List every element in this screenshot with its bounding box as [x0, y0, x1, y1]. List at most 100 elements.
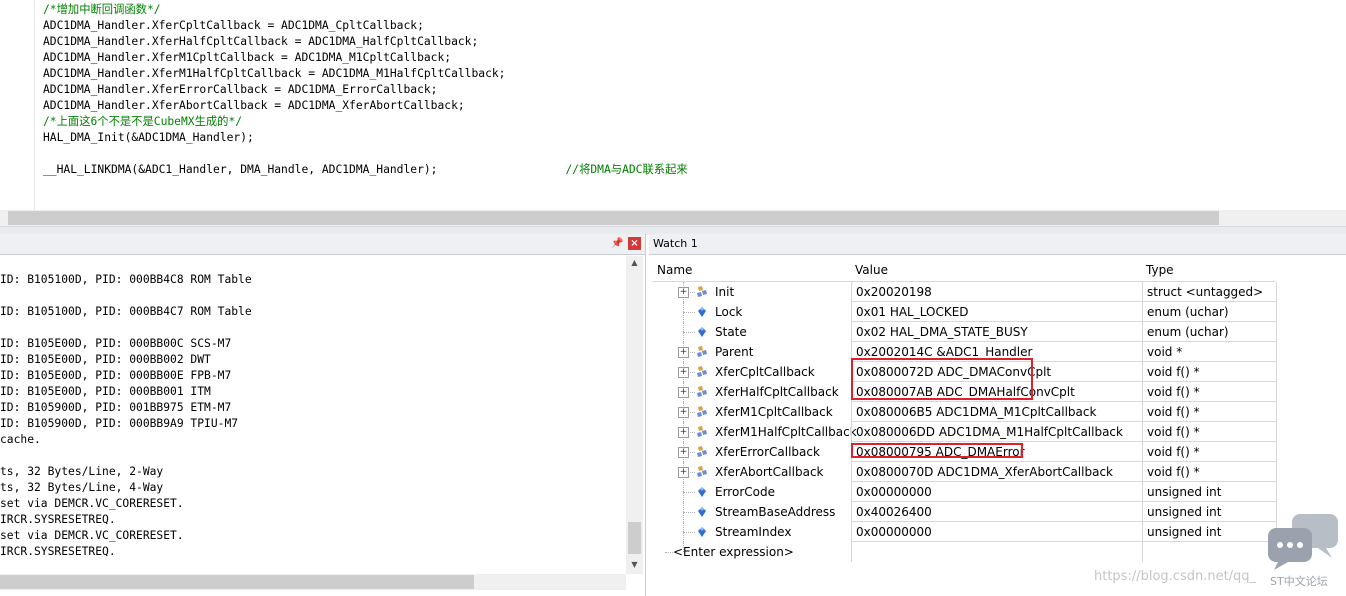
watch-row[interactable]: + XferAbortCallback 0x0800070D ADC1DMA_Xfe… — [653, 462, 1277, 482]
watch-value: 0x02 HAL_DMA_STATE_BUSY — [856, 325, 1028, 339]
struct-member-icon — [695, 385, 709, 399]
code-line[interactable] — [43, 146, 688, 162]
watch-name-cell[interactable]: + Init — [653, 282, 851, 302]
expand-plus-icon[interactable]: + — [678, 447, 689, 458]
watch-name-cell[interactable]: StreamBaseAddress — [653, 502, 851, 522]
variable-icon — [695, 325, 709, 339]
watch-rows: + Init 0x20020198 struct <untagged> Lock 0x01… — [653, 282, 1277, 542]
expand-plus-icon[interactable]: + — [678, 287, 689, 298]
watch-value-cell[interactable]: 0x01 HAL_LOCKED — [851, 302, 1142, 322]
column-header-value[interactable]: Value — [855, 263, 888, 277]
watch-value: 0x01 HAL_LOCKED — [856, 305, 969, 319]
watch-row[interactable]: + Init 0x20020198 struct <untagged> — [653, 282, 1277, 302]
watch-name: XferM1HalfCpltCallback — [715, 425, 857, 439]
enter-expression-row[interactable]: <Enter expression> — [653, 542, 1277, 562]
watch-name-cell[interactable]: State — [653, 322, 851, 342]
watch-name: XferErrorCallback — [715, 445, 820, 459]
watch-value: 0x40026400 — [856, 505, 932, 519]
watch-name-cell[interactable]: + XferHalfCpltCallback — [653, 382, 851, 402]
watch-row[interactable]: StreamBaseAddress 0x40026400 unsigned int — [653, 502, 1277, 522]
watch-type: unsigned int — [1147, 525, 1222, 539]
watch-row[interactable]: + XferM1CpltCallback 0x080006B5 ADC1DMA_M1… — [653, 402, 1277, 422]
watch-name-cell[interactable]: + XferM1HalfCpltCallback — [653, 422, 857, 442]
watch-row[interactable]: State 0x02 HAL_DMA_STATE_BUSY enum (uchar) — [653, 322, 1277, 342]
watch-name-cell[interactable]: + Parent — [653, 342, 851, 362]
editor-horizontal-scrollbar[interactable] — [0, 210, 1346, 226]
code-line[interactable]: ADC1DMA_Handler.XferM1HalfCpltCallback =… — [43, 66, 688, 82]
output-line: ts, 32 Bytes/Line, 4-Way — [0, 481, 164, 494]
watch-row[interactable]: StreamIndex 0x00000000 unsigned int — [653, 522, 1277, 542]
code-line[interactable]: ADC1DMA_Handler.XferM1CpltCallback = ADC… — [43, 50, 688, 66]
watch-type-cell: void f() * — [1142, 382, 1277, 402]
expand-plus-icon[interactable]: + — [678, 407, 689, 418]
watch-type: void f() * — [1147, 365, 1200, 379]
scroll-up-arrow-icon[interactable]: ▲ — [626, 258, 643, 267]
watch-name-cell[interactable]: + XferErrorCallback — [653, 442, 851, 462]
struct-member-icon — [695, 405, 709, 419]
watch-name-cell[interactable]: Lock — [653, 302, 851, 322]
output-line: ID: B105900D, PID: 000BB9A9 TPIU-M7 — [0, 417, 239, 430]
watch-value-cell[interactable]: 0x080006DD ADC1DMA_M1HalfCpltCallback — [851, 422, 1142, 442]
watch-value-cell[interactable]: 0x00000000 — [851, 482, 1142, 502]
editor-scroll-thumb[interactable] — [8, 211, 1219, 225]
code-line[interactable]: ADC1DMA_Handler.XferAbortCallback = ADC1… — [43, 98, 688, 114]
watch-value: 0x00000000 — [856, 485, 932, 499]
watch-type-cell: void * — [1142, 342, 1277, 362]
watch-type-cell: void f() * — [1142, 362, 1277, 382]
pin-icon[interactable]: 📌 — [611, 237, 624, 250]
column-header-type[interactable]: Type — [1146, 263, 1174, 277]
code-line[interactable]: HAL_DMA_Init(&ADC1DMA_Handler); — [43, 130, 688, 146]
watch-type-cell: void f() * — [1142, 462, 1277, 482]
expand-plus-icon[interactable]: + — [678, 467, 689, 478]
watch-row[interactable]: ErrorCode 0x00000000 unsigned int — [653, 482, 1277, 502]
code-line-text: HAL_DMA_Init(&ADC1DMA_Handler); — [43, 131, 254, 144]
command-window-titlebar: 📌 × — [0, 234, 645, 255]
command-hscroll-thumb[interactable] — [0, 575, 474, 589]
watch-type-cell: struct <untagged> — [1142, 282, 1277, 302]
watch-value-cell[interactable]: 0x20020198 — [851, 282, 1142, 302]
watch-value-cell[interactable]: 0x00000000 — [851, 522, 1142, 542]
watch-type-cell: void f() * — [1142, 402, 1277, 422]
expand-plus-icon[interactable]: + — [678, 367, 689, 378]
watch-name: State — [715, 325, 747, 339]
watch-value-cell[interactable]: 0x080006B5 ADC1DMA_M1CpltCallback — [851, 402, 1142, 422]
code-line[interactable]: /*上面这6个不是不是CubeMX生成的*/ — [43, 114, 688, 130]
watch-value-cell[interactable]: 0x02 HAL_DMA_STATE_BUSY — [851, 322, 1142, 342]
code-line[interactable]: /*增加中断回调函数*/ — [43, 2, 688, 18]
scroll-down-arrow-icon[interactable]: ▼ — [626, 560, 643, 569]
command-output: ID: B105100D, PID: 000BB4C8 ROM Table ID:… — [0, 272, 252, 560]
code-line[interactable]: ADC1DMA_Handler.XferErrorCallback = ADC1… — [43, 82, 688, 98]
code-text[interactable]: /*增加中断回调函数*/ ADC1DMA_Handler.XferCpltCall… — [43, 2, 688, 178]
watch-name-cell[interactable]: + XferM1CpltCallback — [653, 402, 851, 422]
watch-type: void * — [1147, 345, 1183, 359]
output-line: ID: B105E00D, PID: 000BB001 ITM — [0, 385, 211, 398]
watch-name-cell[interactable]: + XferAbortCallback — [653, 462, 851, 482]
expand-plus-icon[interactable]: + — [678, 347, 689, 358]
watch-value-cell[interactable]: 0x40026400 — [851, 502, 1142, 522]
command-vertical-scrollbar[interactable]: ▲ ▼ — [626, 256, 643, 574]
watch-row[interactable]: + XferM1HalfCpltCallback 0x080006DD ADC1DM… — [653, 422, 1277, 442]
watch-type-cell: void f() * — [1142, 442, 1277, 462]
watch-type-cell: enum (uchar) — [1142, 322, 1277, 342]
enter-expression-label[interactable]: <Enter expression> — [673, 545, 794, 559]
column-header-name[interactable]: Name — [657, 263, 692, 277]
close-icon[interactable]: × — [628, 237, 641, 250]
watch-name-cell[interactable]: + XferCpltCallback — [653, 362, 851, 382]
output-line: IRCR.SYSRESETREQ. — [0, 545, 116, 558]
watch-value-cell[interactable]: 0x0800070D ADC1DMA_XferAbortCallback — [851, 462, 1142, 482]
code-line[interactable]: __HAL_LINKDMA(&ADC1_Handler, DMA_Handle,… — [43, 162, 688, 178]
command-vscroll-thumb[interactable] — [628, 522, 641, 554]
code-editor[interactable]: /*增加中断回调函数*/ ADC1DMA_Handler.XferCpltCall… — [0, 0, 1346, 226]
watch-row[interactable]: Lock 0x01 HAL_LOCKED enum (uchar) — [653, 302, 1277, 322]
watch-name-cell[interactable]: ErrorCode — [653, 482, 851, 502]
watch-tab[interactable]: Watch 1 — [649, 234, 1346, 255]
chat-bubble-icon — [1268, 514, 1338, 570]
expand-plus-icon[interactable]: + — [678, 387, 689, 398]
watch-name-cell[interactable]: StreamIndex — [653, 522, 851, 542]
watermark-url: https://blog.csdn.net/qq_ — [1094, 569, 1257, 584]
code-line[interactable]: ADC1DMA_Handler.XferHalfCpltCallback = A… — [43, 34, 688, 50]
expand-plus-icon[interactable]: + — [678, 427, 689, 438]
command-horizontal-scrollbar[interactable] — [0, 574, 626, 590]
code-line[interactable]: ADC1DMA_Handler.XferCpltCallback = ADC1D… — [43, 18, 688, 34]
output-line: ts, 32 Bytes/Line, 2-Way — [0, 465, 164, 478]
